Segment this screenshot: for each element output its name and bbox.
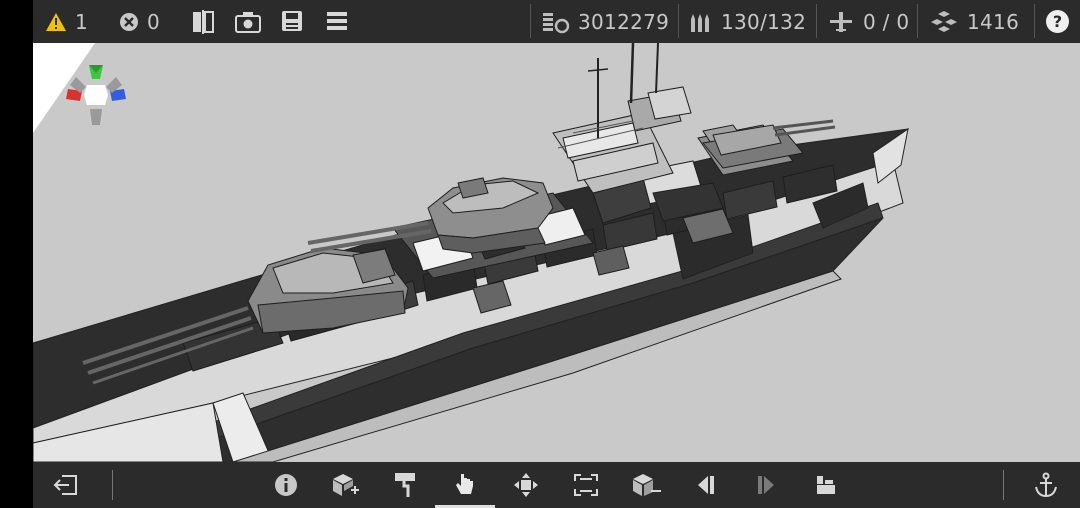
paint-button[interactable] (383, 462, 427, 508)
toolbar-divider (678, 4, 679, 38)
remove-block-button[interactable] (624, 462, 668, 508)
help-label: ? (1052, 12, 1063, 31)
ship-hull (33, 127, 909, 462)
viewport-corner-highlight (33, 43, 95, 133)
cost-value: 3012279 (578, 9, 670, 34)
info-icon (275, 474, 297, 496)
undo-button[interactable] (684, 462, 728, 508)
anchor-button[interactable] (1024, 462, 1068, 508)
aircraft-value: 0 / 0 (863, 9, 910, 34)
info-button[interactable] (264, 462, 308, 508)
ship-render (33, 43, 909, 462)
select-hand-icon (456, 474, 473, 494)
parts-indicator: 1416 (929, 0, 1019, 43)
toolbar-divider (1003, 470, 1004, 500)
aircraft-icon (830, 11, 852, 32)
errors-indicator[interactable]: 0 (119, 0, 160, 43)
paint-roller-icon (395, 473, 415, 497)
redo-button[interactable] (744, 462, 788, 508)
add-block-icon (333, 474, 359, 496)
bottom-toolbar (33, 462, 1080, 508)
top-toolbar: 1 0 3012279 130/132 0 / 0 1416 ? (33, 0, 1080, 43)
save-disk-icon[interactable] (281, 10, 303, 32)
parts-blocks-icon (931, 10, 957, 32)
resize-button[interactable] (564, 462, 608, 508)
move-icon (514, 473, 538, 497)
parts-value: 1416 (967, 9, 1020, 34)
resize-icon (574, 474, 598, 496)
stack-blocks-icon (817, 476, 835, 494)
warnings-indicator[interactable]: 1 (45, 0, 88, 43)
ammo-indicator: 130/132 (689, 0, 806, 43)
screenshot-camera-icon[interactable] (235, 11, 261, 33)
undo-icon (698, 476, 714, 494)
warning-triangle-icon (46, 12, 66, 31)
move-button[interactable] (504, 462, 548, 508)
add-block-button[interactable] (323, 462, 367, 508)
toolbar-divider (112, 470, 113, 500)
menu-list-icon[interactable] (326, 11, 348, 31)
aircraft-indicator: 0 / 0 (827, 0, 909, 43)
cost-indicator: 3012279 (542, 0, 669, 43)
ammo-value: 130/132 (721, 9, 807, 34)
axis-gizmo[interactable] (66, 65, 126, 125)
toolbar-divider (530, 4, 531, 38)
warning-count: 1 (75, 9, 89, 34)
toolbar-divider (917, 4, 918, 38)
stack-blocks-button[interactable] (804, 462, 848, 508)
toolbar-divider (1034, 4, 1035, 38)
exit-icon (53, 475, 77, 495)
redo-icon (758, 476, 774, 494)
remove-block-icon (633, 474, 661, 496)
ammo-shells-icon (691, 13, 709, 32)
exit-button[interactable] (43, 462, 87, 508)
screen-edge (0, 0, 33, 508)
error-circle-icon (120, 12, 138, 31)
help-icon[interactable]: ? (1046, 10, 1069, 33)
toolbar-divider (816, 4, 817, 38)
anchor-icon (1035, 472, 1057, 498)
symmetry-icon[interactable] (191, 10, 215, 34)
3d-viewport[interactable] (33, 43, 1080, 462)
cost-coins-icon (543, 12, 570, 33)
error-count: 0 (147, 9, 161, 34)
select-button[interactable] (435, 462, 495, 508)
